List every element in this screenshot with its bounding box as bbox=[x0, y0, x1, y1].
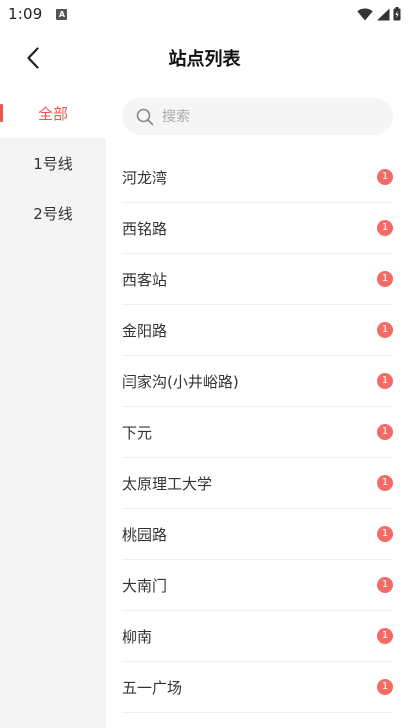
station-row[interactable]: 金阳路 1 bbox=[122, 305, 393, 356]
back-button[interactable] bbox=[18, 42, 48, 74]
wifi-icon bbox=[357, 8, 373, 20]
sidebar-item-all[interactable]: 全部 bbox=[0, 88, 106, 138]
station-count-badge: 1 bbox=[377, 424, 393, 440]
station-row[interactable]: 大南门 1 bbox=[122, 560, 393, 611]
station-name: 五一广场 bbox=[122, 678, 183, 697]
search-box[interactable] bbox=[122, 98, 393, 135]
station-name: 大南门 bbox=[122, 576, 168, 595]
sidebar-item-line-1[interactable]: 1号线 bbox=[0, 138, 106, 188]
station-count-badge: 1 bbox=[377, 628, 393, 644]
station-count-badge: 1 bbox=[377, 373, 393, 389]
station-name: 太原理工大学 bbox=[122, 474, 213, 493]
station-row[interactable]: 西铭路 1 bbox=[122, 203, 393, 254]
station-row[interactable]: 下元 1 bbox=[122, 407, 393, 458]
search-icon bbox=[136, 108, 154, 125]
station-count-badge: 1 bbox=[377, 322, 393, 338]
search-input[interactable] bbox=[162, 108, 362, 125]
line-sidebar: 全部 1号线 2号线 bbox=[0, 88, 106, 728]
station-name: 柳南 bbox=[122, 627, 153, 646]
status-time: 1:09 bbox=[8, 5, 43, 23]
station-row[interactable]: 闫家沟(小井峪路) 1 bbox=[122, 356, 393, 407]
sidebar-item-line-2[interactable]: 2号线 bbox=[0, 188, 106, 238]
station-name: 金阳路 bbox=[122, 321, 168, 340]
station-count-badge: 1 bbox=[377, 679, 393, 695]
signal-icon bbox=[377, 8, 390, 20]
status-bar: 1:09 A bbox=[0, 0, 409, 28]
station-row[interactable]: 桃园路 1 bbox=[122, 509, 393, 560]
station-row[interactable]: 河龙湾 1 bbox=[122, 152, 393, 203]
station-name: 河龙湾 bbox=[122, 168, 168, 187]
station-list: 河龙湾 1 西铭路 1 西客站 1 金阳路 1 闫家沟(小井峪路) 1 下元 1… bbox=[122, 152, 393, 713]
station-row[interactable]: 西客站 1 bbox=[122, 254, 393, 305]
station-name: 闫家沟(小井峪路) bbox=[122, 372, 239, 391]
station-count-badge: 1 bbox=[377, 475, 393, 491]
station-name: 西铭路 bbox=[122, 219, 168, 238]
main-content: 河龙湾 1 西铭路 1 西客站 1 金阳路 1 闫家沟(小井峪路) 1 下元 1… bbox=[106, 88, 409, 728]
chevron-left-icon bbox=[27, 47, 39, 69]
station-name: 桃园路 bbox=[122, 525, 168, 544]
station-count-badge: 1 bbox=[377, 220, 393, 236]
status-icons bbox=[357, 7, 401, 21]
station-row[interactable]: 五一广场 1 bbox=[122, 662, 393, 713]
header: 站点列表 bbox=[0, 28, 409, 88]
notification-icon: A bbox=[56, 8, 68, 20]
station-count-badge: 1 bbox=[377, 271, 393, 287]
station-count-badge: 1 bbox=[377, 526, 393, 542]
battery-icon bbox=[393, 7, 401, 21]
station-name: 西客站 bbox=[122, 270, 168, 289]
station-row[interactable]: 柳南 1 bbox=[122, 611, 393, 662]
station-count-badge: 1 bbox=[377, 577, 393, 593]
station-count-badge: 1 bbox=[377, 169, 393, 185]
page-title: 站点列表 bbox=[168, 49, 241, 70]
station-name: 下元 bbox=[122, 423, 153, 442]
station-row[interactable]: 太原理工大学 1 bbox=[122, 458, 393, 509]
